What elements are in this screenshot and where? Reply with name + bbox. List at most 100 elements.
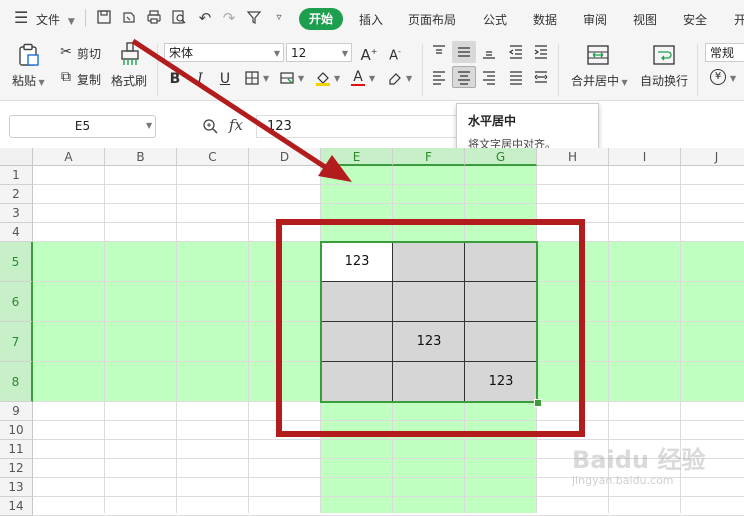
row-header[interactable]: 12 [0,459,33,478]
clear-format-icon[interactable] [386,70,404,88]
divider [558,44,559,96]
tab-home[interactable]: 开始 [299,8,343,30]
column-header[interactable]: C [177,148,249,166]
zoom-icon[interactable] [202,118,218,134]
increase-indent-icon[interactable] [532,43,550,61]
underline-icon[interactable]: U [216,70,234,88]
column-header[interactable]: H [537,148,609,166]
borders-icon[interactable] [243,70,261,88]
paste-icon[interactable] [18,43,40,67]
number-format-select[interactable]: 常规 [705,43,744,62]
gridline-vertical [104,166,105,513]
cell-value[interactable]: 123 [465,362,537,402]
row-header[interactable]: 8 [0,362,33,402]
column-header[interactable]: D [249,148,321,166]
cell-value[interactable]: 123 [321,242,393,282]
paste-button[interactable]: 粘贴 ▼ [12,72,45,89]
select-all-corner[interactable] [0,148,33,166]
font-name-select[interactable]: 宋体 ▼ [164,43,284,62]
copy-icon[interactable]: ⧉ [57,68,75,86]
undo-icon[interactable]: ↶ [196,9,214,27]
row-header[interactable]: 6 [0,282,33,322]
bold-icon[interactable]: B [166,70,184,88]
align-center-button[interactable] [452,66,476,88]
format-painter-icon[interactable] [118,41,142,67]
align-left-icon[interactable] [430,68,448,86]
redo-icon[interactable]: ↷ [220,9,238,27]
tab-more[interactable]: 开 [734,11,744,28]
row-header[interactable]: 5 [0,242,33,282]
align-bottom-icon[interactable] [480,43,498,61]
filter-icon[interactable] [245,9,263,27]
column-header[interactable]: G [465,148,537,166]
chevron-down-icon[interactable]: ▼ [730,74,736,83]
hamburger-menu-icon[interactable]: ☰ [14,8,28,27]
tab-insert[interactable]: 插入 [359,11,383,28]
merge-center-button[interactable]: 合并居中 ▼ [571,72,628,89]
tab-security[interactable]: 安全 [683,11,707,28]
format-painter-button[interactable]: 格式刷 [111,72,147,89]
insert-function-button[interactable]: fx [229,116,243,134]
row-header[interactable]: 1 [0,166,33,185]
more-chevron-icon[interactable]: ▿ [270,9,288,27]
chevron-down-icon[interactable]: ▼ [406,74,412,83]
tab-formulas[interactable]: 公式 [483,11,507,28]
column-header[interactable]: J [681,148,744,166]
align-middle-button[interactable] [452,41,476,63]
row-header[interactable]: 10 [0,421,33,440]
column-header[interactable]: B [105,148,177,166]
chevron-down-icon[interactable]: ▼ [146,121,152,130]
decrease-font-size-icon[interactable]: A- [386,43,404,63]
row-header[interactable]: 13 [0,478,33,497]
chevron-down-icon[interactable]: ▼ [263,74,269,83]
italic-icon[interactable]: I [191,70,209,88]
decrease-indent-icon[interactable] [507,43,525,61]
print-icon[interactable] [145,9,163,27]
font-color-icon[interactable]: A [349,68,367,86]
cell-style-icon[interactable] [278,70,296,88]
wrap-text-icon[interactable] [652,43,676,67]
tab-data[interactable]: 数据 [533,11,557,28]
row-header[interactable]: 4 [0,223,33,242]
baidu-watermark: Baidu 经验 [572,446,706,474]
row-header[interactable]: 9 [0,402,33,421]
row-header[interactable]: 11 [0,440,33,459]
distributed-align-icon[interactable] [532,68,550,86]
cut-button[interactable]: 剪切 [77,45,101,62]
wrap-text-button[interactable]: 自动换行 [640,72,688,89]
output-icon[interactable] [120,9,138,27]
tab-review[interactable]: 审阅 [583,11,607,28]
row-header[interactable]: 7 [0,322,33,362]
name-box[interactable]: E5 [9,115,156,138]
row-header[interactable]: 2 [0,185,33,204]
font-size-select[interactable]: 12 ▼ [286,43,352,62]
row-header[interactable]: 3 [0,204,33,223]
save-icon[interactable] [95,9,113,27]
column-header[interactable]: I [609,148,681,166]
file-menu[interactable]: 文件 ▼ [36,11,75,28]
fill-color-icon[interactable] [314,69,332,87]
currency-symbol: ¥ [714,71,722,82]
column-header[interactable]: F [393,148,465,166]
cell-value[interactable]: 123 [393,322,465,362]
align-right-icon[interactable] [480,68,498,86]
column-header[interactable]: A [33,148,105,166]
increase-font-size-icon[interactable]: A+ [360,43,378,64]
currency-icon[interactable]: ¥ [710,69,726,85]
print-preview-icon[interactable] [170,9,188,27]
tab-page-layout[interactable]: 页面布局 [408,11,456,28]
divider [157,44,158,96]
formula-input[interactable]: 123 [256,115,456,138]
chevron-down-icon[interactable]: ▼ [334,74,340,83]
column-header[interactable]: E [321,148,393,166]
merge-center-icon[interactable] [586,43,610,67]
copy-button[interactable]: 复制 [77,71,101,88]
chevron-down-icon[interactable]: ▼ [298,74,304,83]
row-header[interactable]: 14 [0,497,33,516]
tab-view[interactable]: 视图 [633,11,657,28]
align-top-icon[interactable] [430,43,448,61]
justify-icon[interactable] [507,68,525,86]
font-name-value: 宋体 [169,46,194,60]
scissors-icon[interactable]: ✂ [57,43,75,61]
chevron-down-icon[interactable]: ▼ [369,74,375,83]
